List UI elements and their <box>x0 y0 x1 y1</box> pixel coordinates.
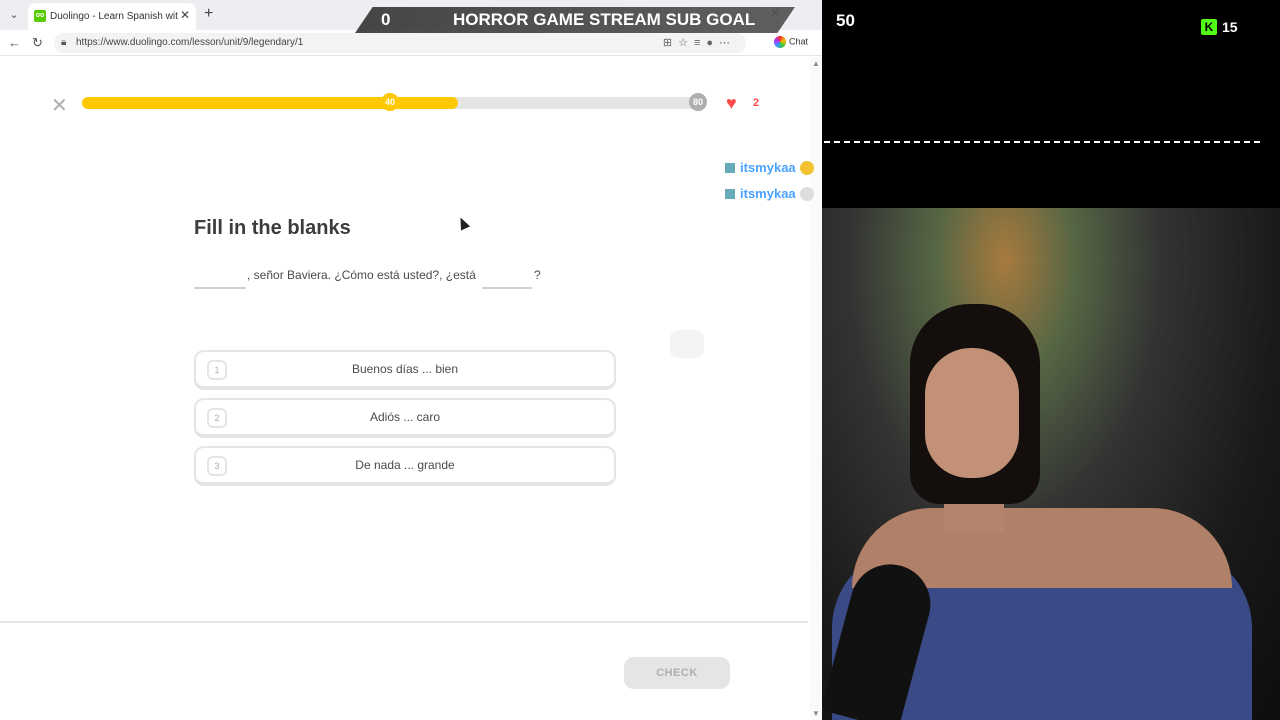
scroll-down-icon[interactable]: ▼ <box>812 709 820 718</box>
footer-divider <box>0 621 808 623</box>
challenge-title: Fill in the blanks <box>194 217 351 239</box>
chat-message: itsmykaa <box>724 159 814 175</box>
chat-username: itsmykaa <box>740 186 796 202</box>
browser-window: ⌄ oo Duolingo - Learn Spanish with less … <box>0 0 822 720</box>
copilot-icon <box>774 36 786 48</box>
choice-label: De nada ... grande <box>355 458 455 472</box>
viewer-count: 15 <box>1222 19 1238 35</box>
address-bar: ← ↻ 🔒︎ https://www.duolingo.com/lesson/u… <box>0 30 822 56</box>
choice-option[interactable]: 3 De nada ... grande <box>194 446 616 486</box>
new-tab-icon[interactable]: + <box>204 5 213 23</box>
scroll-up-icon[interactable]: ▲ <box>812 59 820 68</box>
milestone-end: 80 <box>689 93 707 111</box>
lock-icon: 🔒︎ <box>61 37 67 48</box>
webcam-feed <box>822 208 1280 720</box>
address-tools-icons[interactable]: ⊞☆≡●⋯ <box>663 36 736 49</box>
choice-number: 1 <box>207 360 227 380</box>
page-scrollbar[interactable]: ▲ ▼ <box>810 57 822 720</box>
check-button[interactable]: CHECK <box>624 657 730 689</box>
choice-number: 3 <box>207 456 227 476</box>
tab-list-icon[interactable]: ⌄ <box>6 7 22 23</box>
ghost-emote-icon <box>799 186 814 201</box>
sub-goal-progress-line <box>824 141 1260 143</box>
progress-fill <box>82 97 458 109</box>
sub-goal-title: HORROR GAME STREAM SUB GOAL <box>453 10 756 29</box>
character-illustration <box>670 330 704 358</box>
choice-label: Buenos días ... bien <box>351 362 459 376</box>
crown-emote-icon <box>799 160 814 175</box>
choice-number: 2 <box>207 408 227 428</box>
copilot-chat-button[interactable]: Chat <box>774 36 808 48</box>
tab-title: Duolingo - Learn Spanish with less <box>50 11 178 22</box>
kick-logo-icon: K <box>1201 19 1217 35</box>
chat-label: Chat <box>789 36 809 47</box>
stream-screen: ⌄ oo Duolingo - Learn Spanish with less … <box>0 0 1280 720</box>
milestone-mid: 40 <box>381 93 399 111</box>
quit-lesson-icon[interactable]: ✕ <box>51 93 68 118</box>
tab-duolingo[interactable]: oo Duolingo - Learn Spanish with less ✕ <box>28 3 196 30</box>
sentence-end: ? <box>534 268 541 282</box>
webcam-subject-face <box>925 348 1019 478</box>
sentence-text: , señor Baviera. ¿Cómo está usted?, ¿est… <box>247 268 476 282</box>
sub-goal-count: 0 <box>381 10 391 29</box>
challenge-sentence: , señor Baviera. ¿Cómo está usted?, ¿est… <box>194 265 614 291</box>
blank-slot-2[interactable] <box>482 287 532 289</box>
choice-option[interactable]: 2 Adiós ... caro <box>194 398 616 438</box>
sub-goal-banner: 0 HORROR GAME STREAM SUB GOAL <box>355 7 795 33</box>
progress-bar: 40 80 <box>82 93 707 111</box>
mouse-cursor-icon <box>455 215 471 231</box>
hearts-count: 2 <box>753 97 760 109</box>
back-icon[interactable]: ← <box>8 35 21 50</box>
choice-label: Adiós ... caro <box>369 410 441 424</box>
chat-message: itsmykaa <box>724 185 814 201</box>
blank-slot-1[interactable] <box>194 287 246 289</box>
refresh-icon[interactable]: ↻ <box>32 35 43 51</box>
lesson-page: ✕ 40 80 ♥ 2 Fill in the blanks , señor B… <box>0 57 810 720</box>
chat-badge-icon <box>724 161 736 174</box>
choice-option[interactable]: 1 Buenos días ... bien <box>194 350 616 390</box>
sub-goal-target: 50 <box>836 11 855 30</box>
url-field[interactable]: 🔒︎ https://www.duolingo.com/lesson/unit/… <box>54 33 746 53</box>
close-tab-icon[interactable]: ✕ <box>180 8 190 22</box>
heart-icon: ♥ <box>726 93 737 113</box>
chat-badge-icon <box>724 187 736 200</box>
chat-username: itsmykaa <box>740 160 796 176</box>
duolingo-favicon-icon: oo <box>34 10 46 22</box>
url-text: https://www.duolingo.com/lesson/unit/9/l… <box>76 37 304 48</box>
